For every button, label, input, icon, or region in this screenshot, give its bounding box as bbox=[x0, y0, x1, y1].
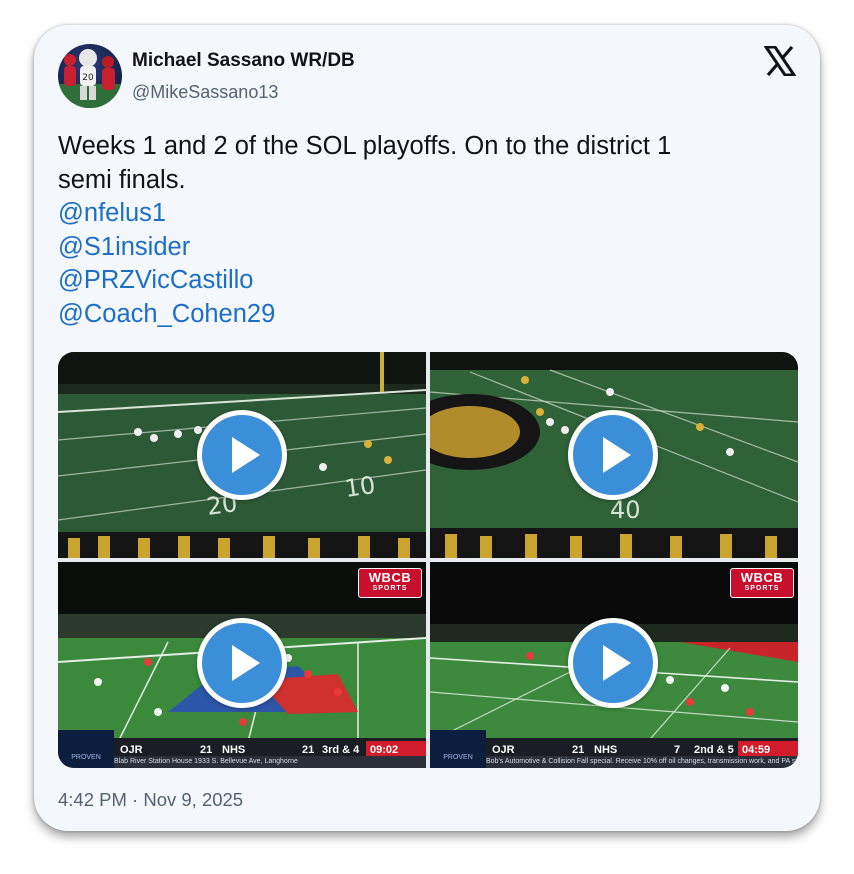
network-logo: WBCB SPORTS bbox=[358, 568, 422, 598]
field-number: 40 bbox=[610, 496, 641, 524]
video-thumbnail[interactable]: WBCB SPORTS PROVEN OJR 21 NHS 7 2nd & 5 … bbox=[430, 562, 798, 768]
mention-link[interactable]: @S1insider bbox=[58, 231, 798, 265]
author-name[interactable]: Michael Sassano WR/DB bbox=[132, 50, 355, 72]
video-thumbnail[interactable]: WBCB SPORTS PROVEN OJR 21 NHS 21 3rd & 4… bbox=[58, 562, 426, 768]
media-grid: 20 10 40 WBCB SPORTS PROVEN OJR 21 NHS 2… bbox=[58, 352, 798, 768]
mention-link[interactable]: @Coach_Cohen29 bbox=[58, 298, 798, 332]
play-button[interactable] bbox=[568, 410, 658, 500]
mention-link[interactable]: @PRZVicCastillo bbox=[58, 264, 798, 298]
video-thumbnail[interactable]: 40 bbox=[430, 352, 798, 558]
ticker: Blab River Station House 1933 S. Bellevu… bbox=[114, 756, 426, 768]
tweet-timestamp[interactable]: 4:42 PM · Nov 9, 2025 bbox=[58, 789, 243, 811]
tweet-text-line: semi finals. bbox=[58, 165, 186, 194]
play-button[interactable] bbox=[197, 410, 287, 500]
video-thumbnail[interactable]: 20 10 bbox=[58, 352, 426, 558]
play-button[interactable] bbox=[568, 618, 658, 708]
author-handle[interactable]: @MikeSassano13 bbox=[132, 82, 278, 103]
network-sub: SPORTS bbox=[744, 585, 780, 592]
tweet-text: Weeks 1 and 2 of the SOL playoffs. On to… bbox=[58, 130, 798, 331]
tweet-text-line: Weeks 1 and 2 of the SOL playoffs. On to… bbox=[58, 132, 672, 160]
network-name: WBCB bbox=[368, 570, 412, 585]
x-logo-icon[interactable] bbox=[763, 45, 797, 77]
network-name: WBCB bbox=[740, 570, 784, 585]
sponsor-logo: PROVEN bbox=[430, 730, 486, 768]
sponsor-logo: PROVEN bbox=[58, 730, 114, 768]
mention-link[interactable]: @nfelus1 bbox=[58, 197, 798, 231]
play-button[interactable] bbox=[197, 618, 287, 708]
network-sub: SPORTS bbox=[372, 585, 408, 592]
ticker: Bob's Automotive & Collision Fall specia… bbox=[486, 756, 798, 768]
svg-text:20: 20 bbox=[82, 73, 94, 83]
avatar[interactable]: 20 bbox=[58, 44, 122, 108]
network-logo: WBCB SPORTS bbox=[730, 568, 794, 598]
field-number: 10 bbox=[343, 471, 377, 503]
